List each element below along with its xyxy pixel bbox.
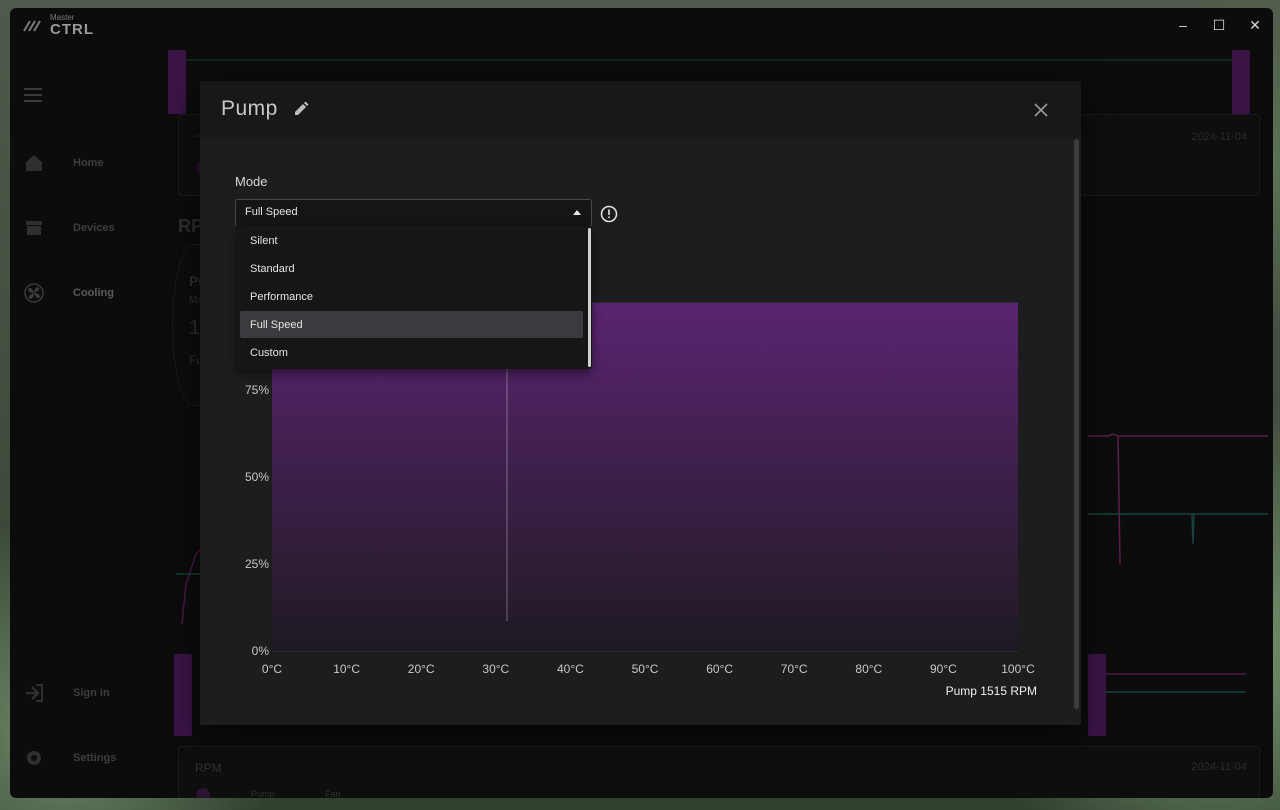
x-tick-label: 10°C — [333, 662, 360, 676]
logo-text-big: CTRL — [50, 21, 94, 38]
modal-title: Pump — [221, 97, 278, 120]
dropdown-scrollbar[interactable] — [588, 228, 591, 367]
sidebar-item-devices[interactable]: Devices — [10, 208, 160, 248]
legend-pump: Pump — [251, 789, 275, 798]
edit-icon[interactable] — [293, 101, 309, 117]
x-tick-label: 60°C — [706, 662, 733, 676]
chart-range-handle-right[interactable] — [1232, 50, 1250, 114]
x-tick-label: 30°C — [482, 662, 509, 676]
rpm-card-bottom: RPM 2024-11-04 Pump Fan — [178, 746, 1260, 798]
sidebar-item-label: Cooling — [73, 287, 114, 299]
logo-icon — [23, 19, 41, 32]
fan-curve-chart: 0%25%50%75%100% 0°C10°C20°C30°C40°C50°C6… — [238, 296, 1035, 676]
y-tick-label: 75% — [245, 383, 269, 397]
y-tick-label: 0% — [252, 644, 270, 658]
x-tick-label: 70°C — [781, 662, 808, 676]
sidebar-item-label: Settings — [73, 752, 117, 764]
x-tick-label: 40°C — [557, 662, 584, 676]
close-window-icon: ✕ — [1249, 16, 1261, 33]
x-tick-label: 90°C — [930, 662, 957, 676]
gear-icon — [27, 751, 41, 765]
mode-option-full-speed[interactable]: Full Speed — [240, 311, 583, 338]
mode-option-custom[interactable]: Custom — [240, 339, 583, 366]
y-tick-label: 25% — [245, 557, 269, 571]
modal-header: Pump — [200, 81, 1081, 137]
modal-scrollbar-thumb[interactable] — [1074, 139, 1079, 709]
maximize-button[interactable]: ☐ — [1201, 8, 1237, 42]
home-icon — [26, 155, 42, 171]
maximize-icon: ☐ — [1212, 16, 1226, 33]
bg-mini-chart-bottom — [1106, 673, 1246, 693]
sidebar-item-home[interactable]: Home — [10, 143, 160, 183]
date-label-bottom: 2024-11-04 — [1191, 761, 1247, 773]
close-window-button[interactable]: ✕ — [1237, 8, 1273, 42]
y-tick-label: 50% — [245, 470, 269, 484]
devices-icon — [26, 221, 42, 235]
sidebar-item-label: Sign in — [73, 687, 110, 699]
sign-in-icon — [26, 684, 43, 702]
modal-scrollbar[interactable] — [1073, 137, 1080, 713]
x-tick-label: 0°C — [262, 662, 282, 676]
sidebar-item-label: Devices — [73, 222, 115, 234]
sidebar-item-cooling[interactable]: Cooling — [10, 273, 160, 313]
chart-range-handle-bottom-right[interactable] — [1088, 654, 1106, 736]
x-tick-label: 50°C — [632, 662, 659, 676]
minimize-button[interactable]: – — [1165, 8, 1201, 42]
chart-range-handle-left[interactable] — [168, 50, 186, 114]
x-tick-label: 80°C — [855, 662, 882, 676]
minimize-icon: – — [1179, 17, 1187, 33]
mode-option-silent[interactable]: Silent — [240, 227, 583, 254]
sidebar-item-label: Home — [73, 157, 104, 169]
fan-icon — [24, 283, 44, 303]
app-logo: Master CTRL — [22, 14, 94, 37]
mode-option-performance[interactable]: Performance — [240, 283, 583, 310]
pump-modal: Pump Mode Full Speed 0%25%50%75%100% 0°C… — [200, 81, 1081, 725]
date-label-top: 2024-11-04 — [1191, 131, 1247, 143]
mini-chart-top — [186, 59, 1232, 61]
mode-dropdown-menu: Silent Standard Performance Full Speed Custo… — [236, 226, 592, 369]
legend-fan: Fan — [325, 789, 341, 798]
chart-range-handle-bottom-left[interactable] — [174, 654, 192, 736]
x-tick-label: 20°C — [408, 662, 435, 676]
sidebar-item-settings[interactable]: Settings — [10, 738, 160, 778]
mode-option-standard[interactable]: Standard — [240, 255, 583, 282]
sidebar-item-sign-in[interactable]: Sign in — [10, 673, 160, 713]
menu-icon[interactable] — [24, 88, 42, 102]
rpm-label-bottom: RPM — [195, 761, 222, 775]
title-bar: Master CTRL – ☐ ✕ — [10, 8, 1273, 44]
pump-rpm-readout: Pump 1515 RPM — [945, 684, 1037, 698]
close-icon[interactable] — [1032, 101, 1050, 119]
sidebar: Home Devices Cooling Sign in Settings — [10, 44, 160, 798]
wifi-icon — [196, 788, 210, 798]
bg-rpm-lines — [1088, 433, 1268, 565]
x-tick-label: 100°C — [1001, 662, 1035, 676]
